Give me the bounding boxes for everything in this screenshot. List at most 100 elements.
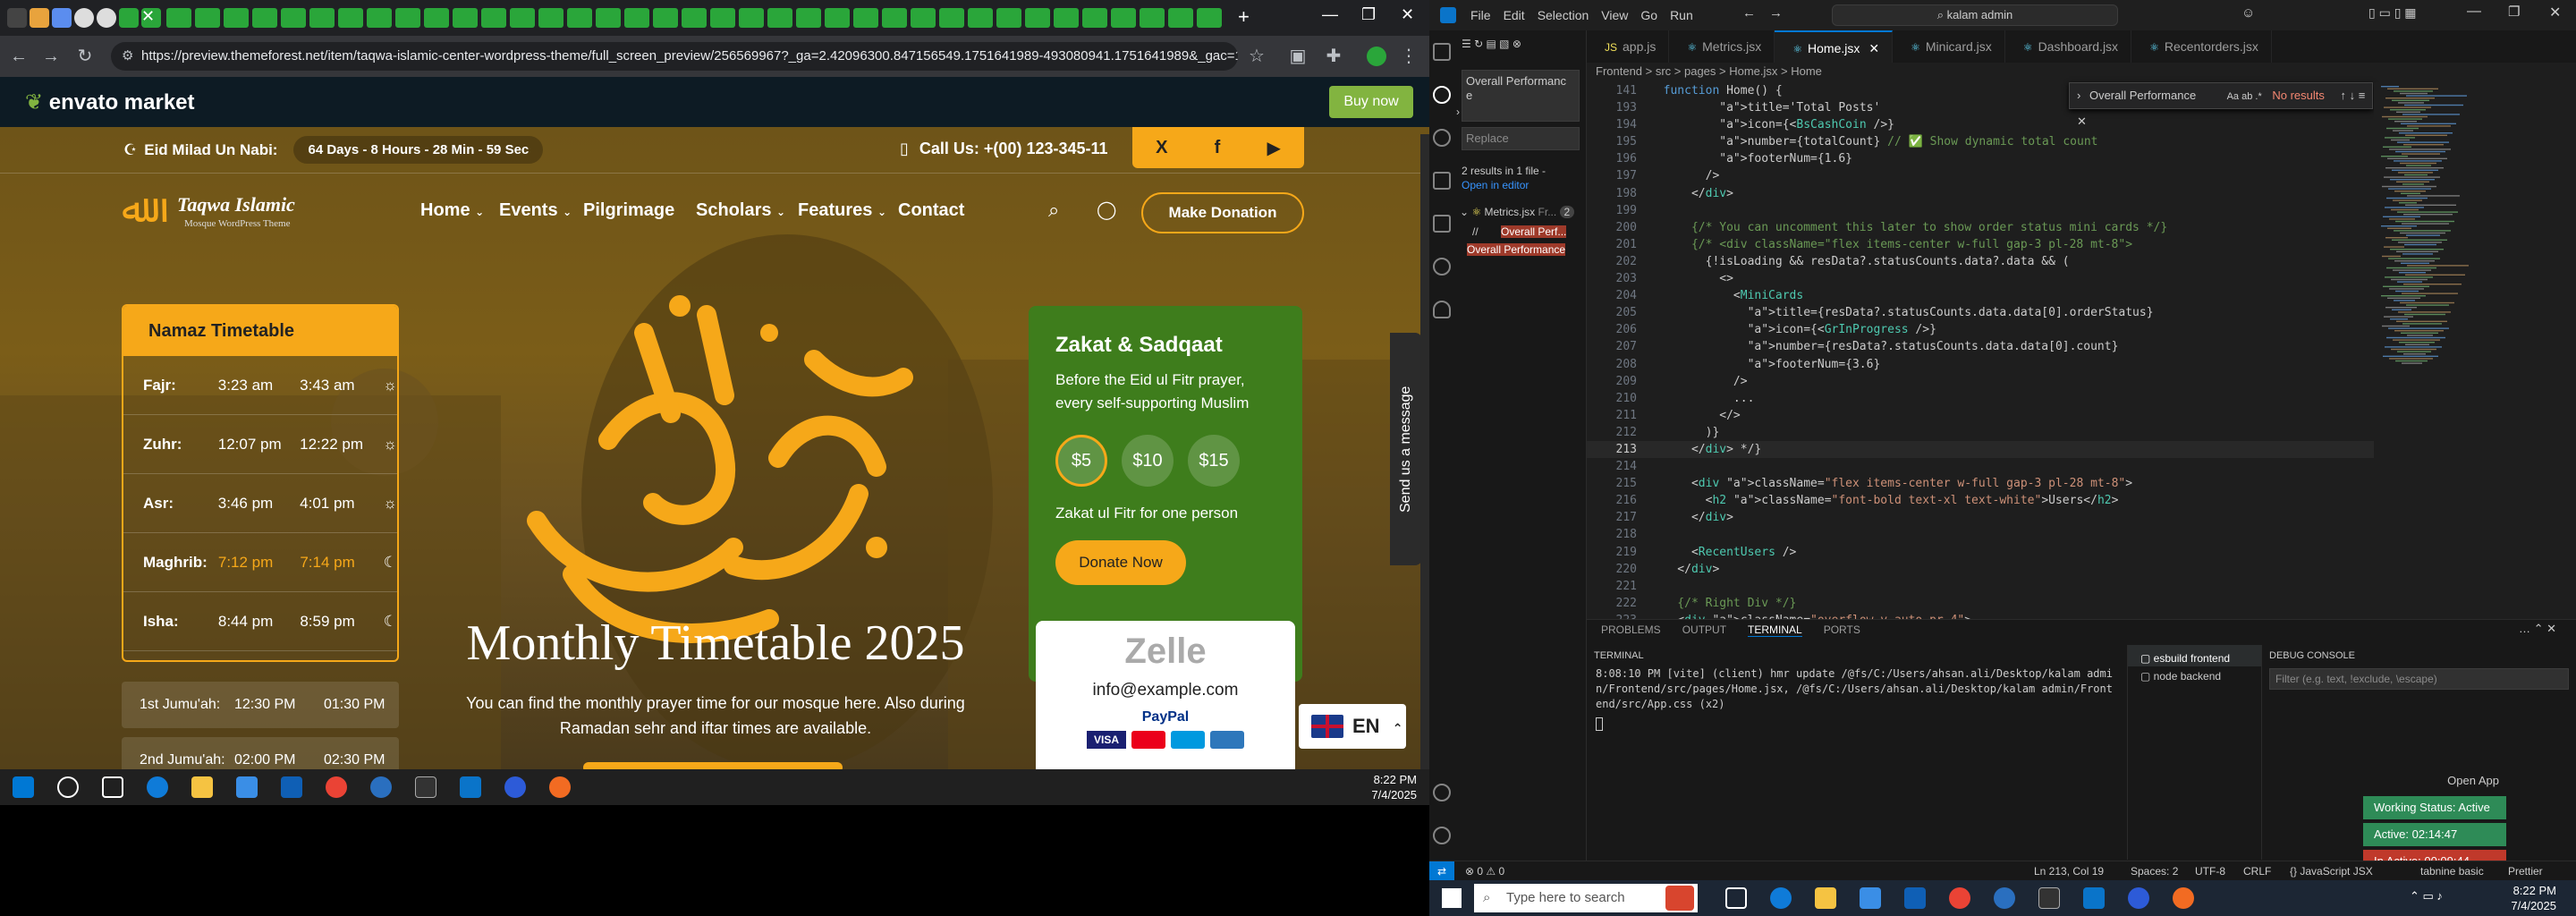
code-line[interactable]: 218: [1587, 526, 2374, 543]
search-icon[interactable]: ⌕: [1048, 199, 1059, 222]
contact-email[interactable]: info@example.com: [1036, 681, 1295, 700]
close-tab-icon[interactable]: ✕: [141, 7, 155, 26]
menu-view[interactable]: View: [1601, 8, 1628, 22]
code-line[interactable]: 210 ...: [1587, 390, 2374, 407]
edge-icon[interactable]: [1770, 887, 1792, 909]
left-clock[interactable]: 8:22 PM 7/4/2025: [1371, 772, 1417, 802]
browser-tab[interactable]: [739, 8, 764, 28]
extension-icon[interactable]: ▣: [1284, 43, 1311, 70]
run-debug-icon[interactable]: [1433, 172, 1451, 190]
browser-tab[interactable]: [224, 8, 249, 28]
terminal-icon[interactable]: [415, 776, 436, 798]
browser-tab[interactable]: [767, 8, 792, 28]
maximize-icon[interactable]: ❐: [2508, 4, 2520, 20]
browser-tab[interactable]: [710, 8, 735, 28]
toggle-replace-icon[interactable]: ›: [2077, 89, 2080, 102]
editor-tab[interactable]: ⚛ Home.jsx ✕: [1775, 30, 1894, 63]
send-message-tab[interactable]: Send us a message: [1390, 333, 1422, 565]
result-file-row[interactable]: ⌄ ⚛ Metrics.jsx Fr... 2: [1460, 206, 1575, 218]
code-line[interactable]: 198 </div>: [1587, 185, 2374, 202]
menu-run[interactable]: Run: [1670, 8, 1693, 22]
remote-icon[interactable]: [1433, 258, 1451, 276]
nav-pilgrimage[interactable]: Pilgrimage: [583, 200, 674, 221]
replace-input[interactable]: Replace: [1462, 127, 1580, 150]
browser-tab[interactable]: [939, 8, 964, 28]
editor-tab[interactable]: ⚛ Minicard.jsx: [1893, 30, 2005, 63]
minimize-icon[interactable]: —: [1322, 5, 1338, 24]
browser-tab[interactable]: [1025, 8, 1050, 28]
windows-start-icon[interactable]: [13, 776, 34, 798]
browser-tab[interactable]: [538, 8, 564, 28]
code-line[interactable]: 215 <div "a">className="flex items-cente…: [1587, 475, 2374, 492]
code-line[interactable]: 195 "a">number={totalCount} // ✅ Show dy…: [1587, 133, 2374, 150]
new-tab-icon[interactable]: +: [1238, 5, 1250, 29]
nav-events[interactable]: Events ⌄: [499, 200, 572, 221]
youtube-icon[interactable]: ▶: [1267, 137, 1280, 159]
code-line[interactable]: 219 <RecentUsers />: [1587, 544, 2374, 561]
account-icon[interactable]: [1433, 784, 1451, 802]
find-options-icons[interactable]: Aa ab .*: [2227, 91, 2262, 102]
nav-home[interactable]: Home ⌄: [420, 200, 484, 221]
tab-favicon[interactable]: [74, 8, 94, 28]
explorer-icon[interactable]: [1433, 43, 1451, 61]
language-mode[interactable]: {} JavaScript JSX: [2290, 861, 2373, 880]
reload-icon[interactable]: ↻: [72, 43, 98, 70]
copilot-icon[interactable]: ☺: [2241, 5, 2255, 21]
zoom-icon[interactable]: [2128, 887, 2149, 909]
browser-tab[interactable]: [166, 8, 191, 28]
code-line[interactable]: 204 <MiniCards: [1587, 287, 2374, 304]
code-line[interactable]: 217 </div>: [1587, 509, 2374, 526]
code-line[interactable]: 199: [1587, 202, 2374, 219]
news-widget-icon[interactable]: [1665, 886, 1694, 911]
browser-tab[interactable]: [825, 8, 850, 28]
tab-output[interactable]: OUTPUT: [1682, 623, 1726, 637]
code-line[interactable]: 208 "a">footerNum={3.6}: [1587, 356, 2374, 373]
menu-go[interactable]: Go: [1640, 8, 1657, 22]
app-icon[interactable]: [370, 776, 392, 798]
tab-favicon[interactable]: [97, 8, 116, 28]
browser-tab[interactable]: [338, 8, 363, 28]
remote-indicator-icon[interactable]: ⇄: [1429, 861, 1454, 880]
amount-15-button[interactable]: $15: [1188, 435, 1240, 487]
bookmark-star-icon[interactable]: ☆: [1243, 43, 1270, 70]
result-line-1[interactable]: // Overall Perf...: [1472, 225, 1567, 238]
code-line[interactable]: 194 "a">icon={<BsCashCoin />}: [1587, 116, 2374, 133]
editor-tab[interactable]: ⚛ Dashboard.jsx: [2005, 30, 2132, 63]
browser-tab[interactable]: [367, 8, 392, 28]
nav-forward-icon[interactable]: →: [1769, 5, 1783, 21]
browser-tab[interactable]: [853, 8, 878, 28]
browser-tab[interactable]: [309, 8, 335, 28]
nav-contact[interactable]: Contact: [898, 200, 964, 221]
tab-terminal[interactable]: TERMINAL: [1748, 623, 1802, 637]
command-center-search[interactable]: ⌕ kalam admin: [1832, 4, 2118, 26]
postman-icon[interactable]: [2173, 887, 2194, 909]
system-tray-icons[interactable]: ⌃ ▭ ♪: [2410, 889, 2443, 903]
tab-ports[interactable]: PORTS: [1824, 623, 1860, 637]
code-line[interactable]: 205 "a">title={resData?.statusCounts.dat…: [1587, 304, 2374, 321]
code-line[interactable]: 223 <div "a">className="overflow-y-auto …: [1587, 612, 2374, 619]
code-line[interactable]: 222 {/* Right Div */}: [1587, 595, 2374, 612]
chrome-icon[interactable]: [326, 776, 347, 798]
problems-count[interactable]: ⊗ 0 ⚠ 0: [1465, 861, 1504, 880]
breadcrumb[interactable]: Frontend > src > pages > Home.jsx > Home: [1596, 64, 1822, 78]
encoding[interactable]: UTF-8: [2195, 861, 2225, 880]
layout-toggle-icons[interactable]: ▯ ▭ ▯ ▦: [2368, 5, 2417, 21]
browser-tab[interactable]: [1168, 8, 1193, 28]
vscode-icon[interactable]: [460, 776, 481, 798]
url-field[interactable]: ⚙ https://preview.themeforest.net/item/t…: [111, 42, 1238, 71]
indent-setting[interactable]: Spaces: 2: [2131, 861, 2178, 880]
browser-tab[interactable]: [252, 8, 277, 28]
tab-favicon[interactable]: [52, 8, 72, 28]
minimize-icon[interactable]: —: [2467, 4, 2481, 20]
taskbar-search[interactable]: ⌕ Type here to search: [1474, 884, 1698, 912]
user-icon[interactable]: ◯: [1097, 199, 1116, 221]
browser-tab[interactable]: [481, 8, 506, 28]
file-explorer-icon[interactable]: [1815, 887, 1836, 909]
postman-icon[interactable]: [549, 776, 571, 798]
code-editor[interactable]: 141 function Home() {193 "a">title='Tota…: [1587, 82, 2374, 619]
edge-icon[interactable]: [147, 776, 168, 798]
close-window-icon[interactable]: ✕: [2549, 4, 2561, 21]
chrome-icon[interactable]: [1949, 887, 1970, 909]
cursor-position[interactable]: Ln 213, Col 19: [2034, 861, 2104, 880]
browser-tab[interactable]: [281, 8, 306, 28]
